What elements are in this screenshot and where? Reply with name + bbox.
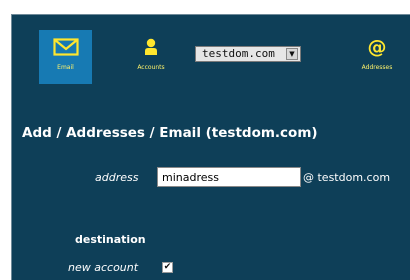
domain-select-value: testdom.com [202,47,275,60]
address-label: address [95,171,139,184]
address-domain-suffix: @ testdom.com [303,171,391,184]
new-account-label: new account [68,261,139,274]
at-sign-icon: @ [368,36,387,58]
nav-accounts-label: Accounts [137,64,165,71]
nav-email-label: Email [57,64,74,71]
page-title: Add / Addresses / Email (testdom.com) [22,125,318,141]
nav-email[interactable]: Email [39,30,92,84]
envelope-icon [52,36,79,58]
new-account-checkbox[interactable]: ✔ [162,262,173,273]
nav-accounts[interactable]: Accounts [125,30,177,84]
nav-addresses-label: Addresses [361,64,393,71]
address-input[interactable] [157,167,301,187]
destination-heading: destination [75,233,146,246]
domain-select[interactable]: testdom.com ▼ [195,46,301,62]
at-sign-glyph: @ [367,36,387,58]
person-icon [144,36,158,58]
main-panel: Email Accounts testdom.com ▼ @ Addresses… [11,14,410,280]
chevron-down-icon: ▼ [286,48,298,60]
nav-addresses[interactable]: @ Addresses [352,30,402,84]
